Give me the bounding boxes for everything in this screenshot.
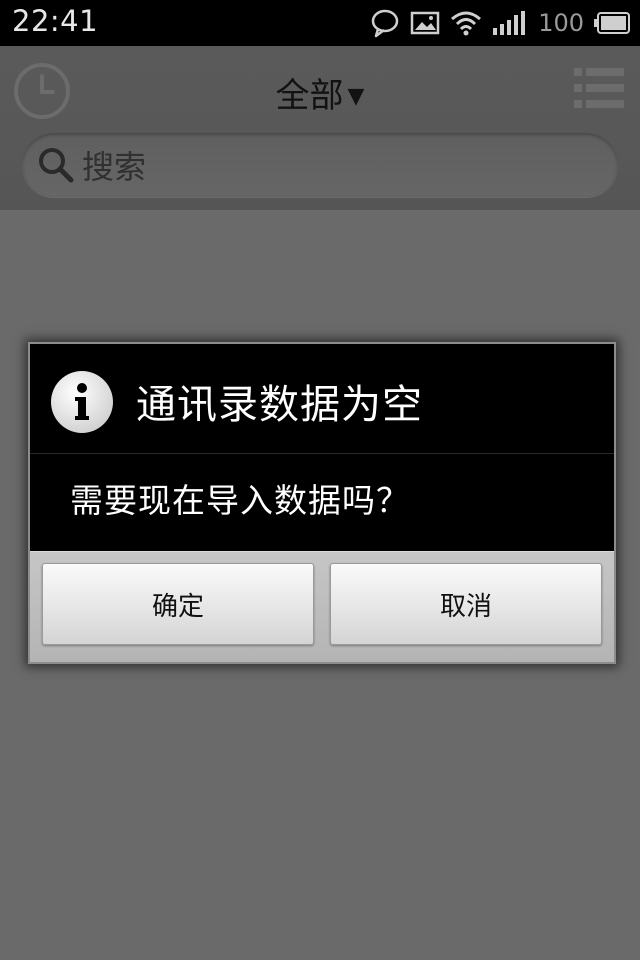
chat-bubble-icon — [370, 8, 400, 38]
dialog-title: 通讯录数据为空 — [136, 382, 423, 428]
search-icon — [38, 147, 74, 183]
status-time: 22:41 — [12, 4, 99, 38]
filter-dropdown[interactable]: 全部 ▼ — [0, 68, 640, 117]
search-placeholder: 搜索 — [82, 148, 147, 186]
image-icon — [410, 10, 440, 36]
wifi-icon — [450, 9, 482, 37]
empty-contacts-dialog: 通讯录数据为空 需要现在导入数据吗？ 确定 取消 — [28, 342, 616, 664]
battery-icon — [594, 12, 630, 34]
dialog-message: 需要现在导入数据吗？ — [70, 481, 410, 520]
dropdown-arrow-icon: ▼ — [347, 84, 365, 109]
cancel-button[interactable]: 取消 — [330, 563, 602, 645]
app-header: 全部 ▼ 搜索 — [0, 46, 640, 210]
dialog-button-bar: 确定 取消 — [30, 551, 614, 662]
search-input[interactable]: 搜索 — [22, 133, 618, 197]
status-bar: 22:41 100 — [0, 0, 640, 46]
battery-level: 100 — [538, 9, 584, 37]
confirm-button[interactable]: 确定 — [42, 563, 314, 645]
list-menu-icon[interactable] — [574, 66, 624, 110]
dialog-header: 通讯录数据为空 — [30, 344, 614, 454]
signal-icon — [492, 10, 526, 36]
filter-title-label: 全部 — [275, 76, 344, 116]
info-icon — [50, 370, 114, 434]
status-icons: 100 — [370, 5, 630, 41]
